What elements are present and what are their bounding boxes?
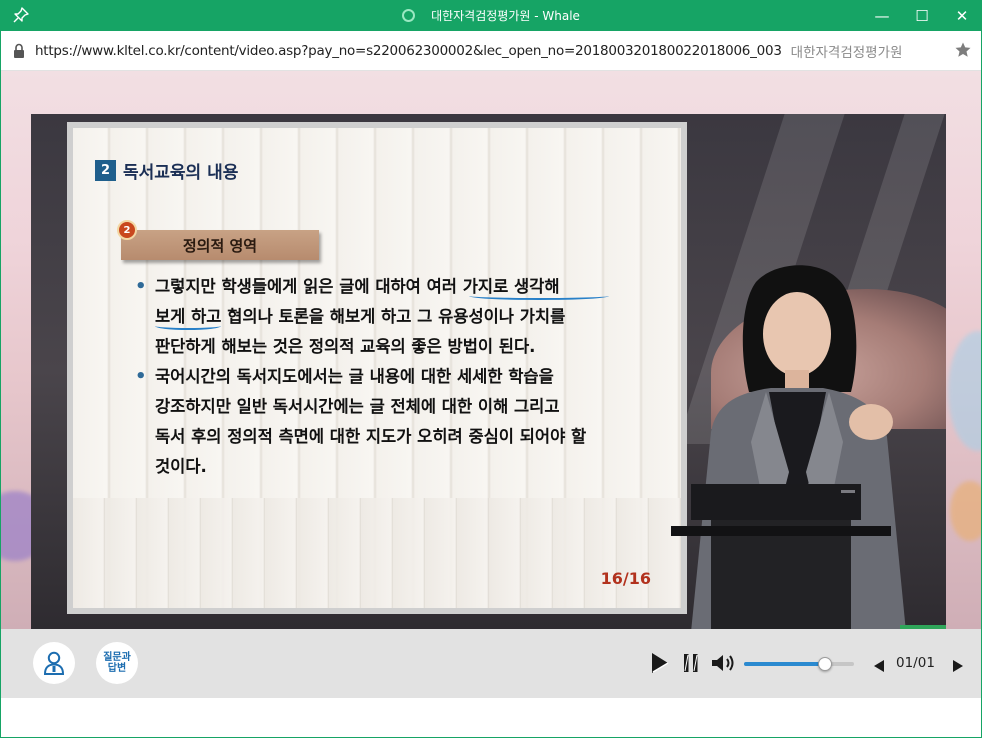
profile-button[interactable]	[33, 642, 75, 684]
title-bar: 대한자격검정평가원 - Whale — ☐ ✕	[0, 0, 982, 31]
lecture-slide: 2 독서교육의 내용 정의적 영역 2 그렇지만 학생들에게 읽은 글에 대하여…	[67, 122, 687, 614]
bullet-line: 보게 하고 협의나 토론을 해보게 하고 그 유용성이나 가치를	[155, 307, 566, 326]
player-controls: 질문과 답변 01/01	[0, 629, 982, 698]
bullet-line: 판단하게 해보는 것은 정의적 교육의 좋은 방법이 된다.	[155, 337, 536, 356]
slide-title: 독서교육의 내용	[123, 163, 239, 183]
subsection-title: 정의적 영역	[121, 230, 319, 260]
subsection-number: 2	[117, 220, 137, 240]
prev-page-icon[interactable]	[873, 659, 885, 673]
address-bar[interactable]: https://www.kltel.co.kr/content/video.as…	[0, 31, 982, 71]
bullet-item: 그렇지만 학생들에게 읽은 글에 대하여 여러 가지로 생각해 보게 하고 협의…	[135, 272, 655, 362]
pause-icon[interactable]	[682, 653, 700, 673]
annotation-underline	[155, 322, 221, 330]
volume-slider-fill	[744, 662, 826, 666]
site-name: 대한자격검정평가원	[790, 44, 903, 61]
background-bokeh	[948, 331, 982, 451]
page-content: 2 독서교육의 내용 정의적 영역 2 그렇지만 학생들에게 읽은 글에 대하여…	[0, 71, 982, 629]
window-border	[0, 31, 1, 738]
star-icon[interactable]	[954, 41, 972, 59]
minimize-button[interactable]: —	[862, 0, 902, 31]
annotation-underline	[469, 292, 609, 300]
slide-background: 2 독서교육의 내용 정의적 영역 2 그렇지만 학생들에게 읽은 글에 대하여…	[73, 128, 681, 608]
volume-slider-handle[interactable]	[818, 657, 833, 671]
qa-button[interactable]: 질문과 답변	[96, 642, 138, 684]
close-button[interactable]: ✕	[942, 0, 982, 31]
slide-heading: 2 독서교육의 내용	[95, 158, 238, 183]
podium	[671, 484, 891, 629]
window-title: 대한자격검정평가원 - Whale	[431, 9, 580, 23]
url-text[interactable]: https://www.kltel.co.kr/content/video.as…	[35, 43, 782, 59]
person-icon	[43, 651, 65, 675]
qa-label: 질문과 답변	[103, 652, 131, 674]
loading-icon	[402, 9, 416, 22]
lock-icon[interactable]	[13, 43, 25, 59]
bullet-line: 것이다.	[155, 457, 207, 476]
background-bokeh	[950, 481, 982, 541]
slide-page-indicator: 16/16	[600, 569, 651, 588]
qa-label-line: 답변	[107, 663, 127, 674]
window-title-area: 대한자격검정평가원 - Whale	[0, 0, 982, 31]
video-player[interactable]: 2 독서교육의 내용 정의적 영역 2 그렇지만 학생들에게 읽은 글에 대하여…	[31, 114, 946, 629]
bullet-line: 독서 후의 정의적 측면에 대한 지도가 오히려 중심이 되어야 할	[155, 427, 587, 446]
volume-slider[interactable]	[744, 657, 854, 671]
slide-bullets: 그렇지만 학생들에게 읽은 글에 대하여 여러 가지로 생각해 보게 하고 협의…	[135, 272, 655, 482]
page-counter: 01/01	[896, 655, 935, 671]
bullet-line: 강조하지만 일반 독서시간에는 글 전체에 대한 이해 그리고	[155, 397, 560, 416]
qa-label-line: 질문과	[103, 652, 131, 663]
bullet-item: 국어시간의 독서지도에서는 글 내용에 대한 세세한 학습을 강조하지만 일반 …	[135, 362, 655, 482]
section-number: 2	[95, 160, 116, 181]
maximize-button[interactable]: ☐	[902, 0, 942, 31]
window-controls: — ☐ ✕	[862, 0, 982, 31]
page-footer	[0, 698, 982, 738]
play-icon[interactable]	[650, 652, 670, 674]
volume-icon[interactable]	[711, 653, 737, 673]
slide-floor	[73, 498, 681, 608]
bullet-line: 국어시간의 독서지도에서는 글 내용에 대한 세세한 학습을	[155, 367, 554, 386]
next-page-icon[interactable]	[952, 659, 964, 673]
